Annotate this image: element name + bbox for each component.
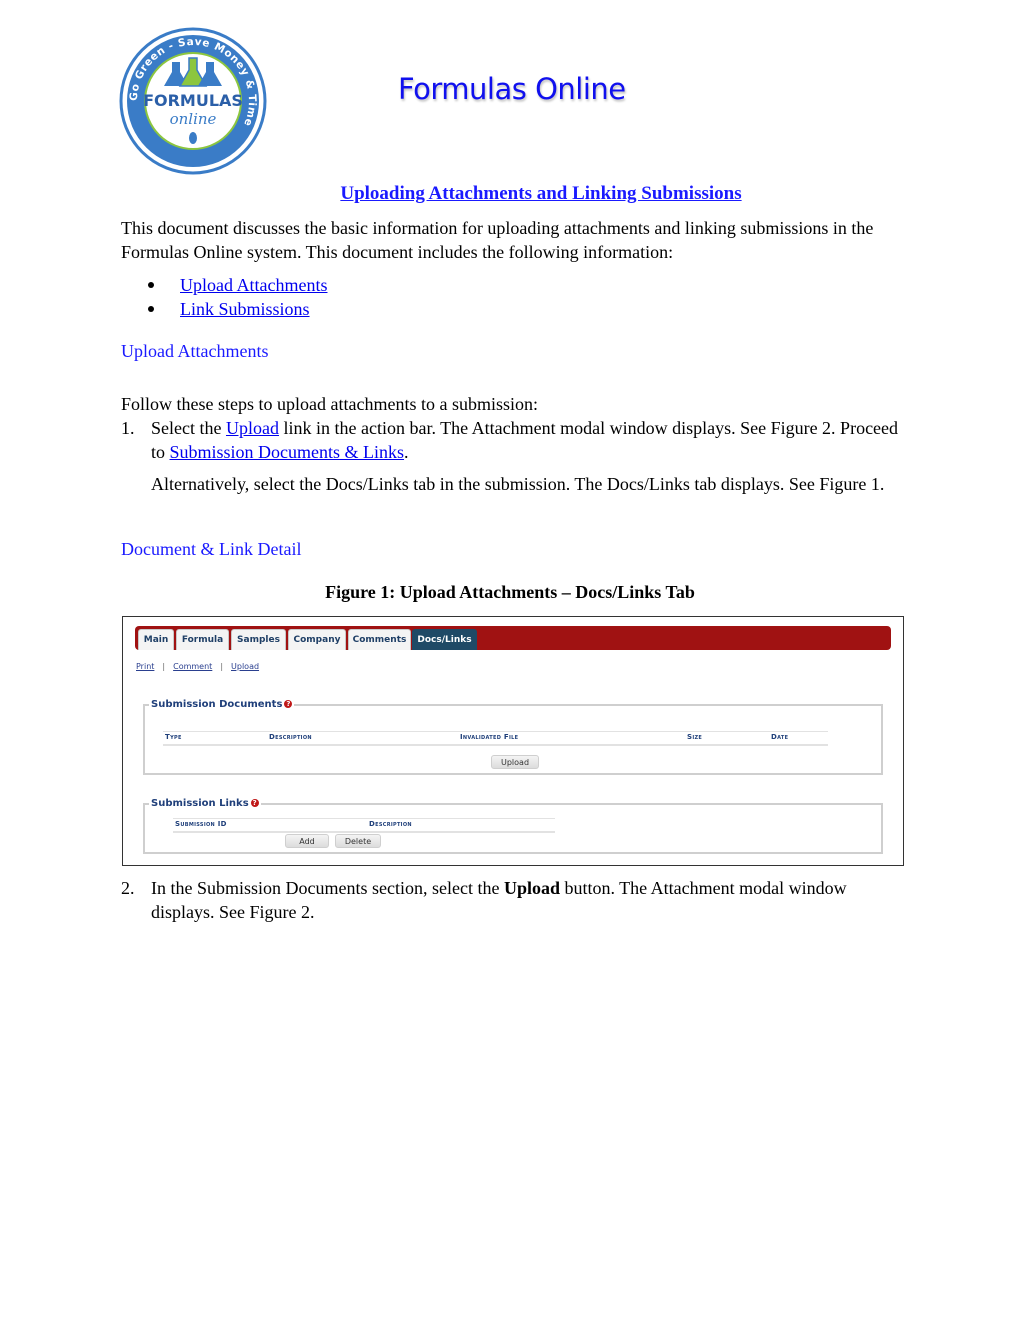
mouse-icon — [189, 132, 197, 144]
toc-item: Link Submissions — [148, 297, 327, 321]
toc-list: Upload Attachments Link Submissions — [148, 273, 327, 321]
upload-emphasis: Upload — [503, 878, 560, 898]
toc-link-upload-attachments[interactable]: Upload Attachments — [180, 275, 327, 295]
upload-button[interactable]: Upload — [491, 755, 539, 769]
comment-link[interactable]: Comment — [173, 662, 212, 671]
col-invalidated-file: Invalidated File — [460, 733, 519, 741]
add-button[interactable]: Add — [285, 834, 329, 848]
toc-link-link-submissions[interactable]: Link Submissions — [180, 299, 310, 319]
tab-docs-links[interactable]: Docs/Links — [412, 629, 477, 650]
tab-samples[interactable]: Samples — [231, 629, 286, 650]
documents-table-header: Type Description Invalidated File Size D… — [163, 731, 828, 746]
step-text: Select the — [151, 418, 226, 438]
col-description: Description — [369, 820, 412, 828]
help-icon[interactable]: ? — [284, 700, 293, 708]
submission-documents-section: Submission Documents? Type Description I… — [143, 699, 883, 775]
upload-link[interactable]: Upload — [226, 418, 279, 438]
brand-title: Formulas Online — [398, 72, 626, 106]
delete-button[interactable]: Delete — [335, 834, 381, 848]
svg-text:online: online — [170, 110, 217, 128]
toc-item: Upload Attachments — [148, 273, 327, 297]
submission-links-legend: Submission Links? — [151, 798, 259, 809]
help-icon[interactable]: ? — [250, 799, 259, 807]
col-size: Size — [687, 733, 703, 741]
bullet-icon — [148, 282, 154, 288]
col-submission-id: Submission ID — [175, 820, 227, 828]
formulas-online-logo: Go Green - Save Money & Time FORMULAS on… — [118, 26, 268, 176]
flask-icon — [164, 57, 222, 87]
tab-bar: Main Formula Samples Company Comments Do… — [135, 626, 891, 650]
figure-caption: Figure 1: Upload Attachments – Docs/Link… — [325, 582, 695, 602]
submission-documents-legend: Submission Documents? — [151, 699, 293, 710]
submission-links-section: Submission Links? Submission ID Descript… — [143, 798, 883, 854]
step-2: 2. In the Submission Documents section, … — [121, 876, 911, 924]
document-title[interactable]: Uploading Attachments and Linking Submis… — [0, 183, 1020, 205]
tab-company[interactable]: Company — [288, 629, 346, 650]
svg-text:FORMULAS: FORMULAS — [143, 91, 243, 110]
step-number: 1. — [121, 418, 135, 438]
bullet-icon — [148, 306, 154, 312]
step-text: In the Submission Documents section, sel… — [151, 878, 504, 898]
print-link[interactable]: Print — [136, 662, 154, 671]
separator: | — [220, 662, 224, 671]
links-table-header: Submission ID Description — [173, 818, 555, 833]
step-1: 1. Select the Upload link in the action … — [121, 416, 911, 464]
separator: | — [162, 662, 166, 671]
steps-lead: Follow these steps to upload attachments… — [121, 394, 538, 414]
section-heading-upload: Upload Attachments — [121, 341, 269, 361]
upload-action-link[interactable]: Upload — [231, 662, 259, 671]
tab-formula[interactable]: Formula — [176, 629, 229, 650]
step-number: 2. — [121, 878, 135, 898]
step-text: . — [404, 442, 409, 462]
section-heading-detail: Document & Link Detail — [121, 539, 302, 559]
action-bar: Print | Comment | Upload — [136, 662, 259, 671]
tab-main[interactable]: Main — [138, 629, 174, 650]
col-date: Date — [771, 733, 789, 741]
submission-docs-links-link[interactable]: Submission Documents & Links — [170, 442, 405, 462]
tab-comments[interactable]: Comments — [348, 629, 411, 650]
intro-paragraph: This document discusses the basic inform… — [121, 218, 874, 262]
figure-1-screenshot: Main Formula Samples Company Comments Do… — [122, 616, 904, 866]
col-description: Description — [269, 733, 312, 741]
col-type: Type — [165, 733, 182, 741]
step-1-alternative: Alternatively, select the Docs/Links tab… — [151, 474, 885, 494]
